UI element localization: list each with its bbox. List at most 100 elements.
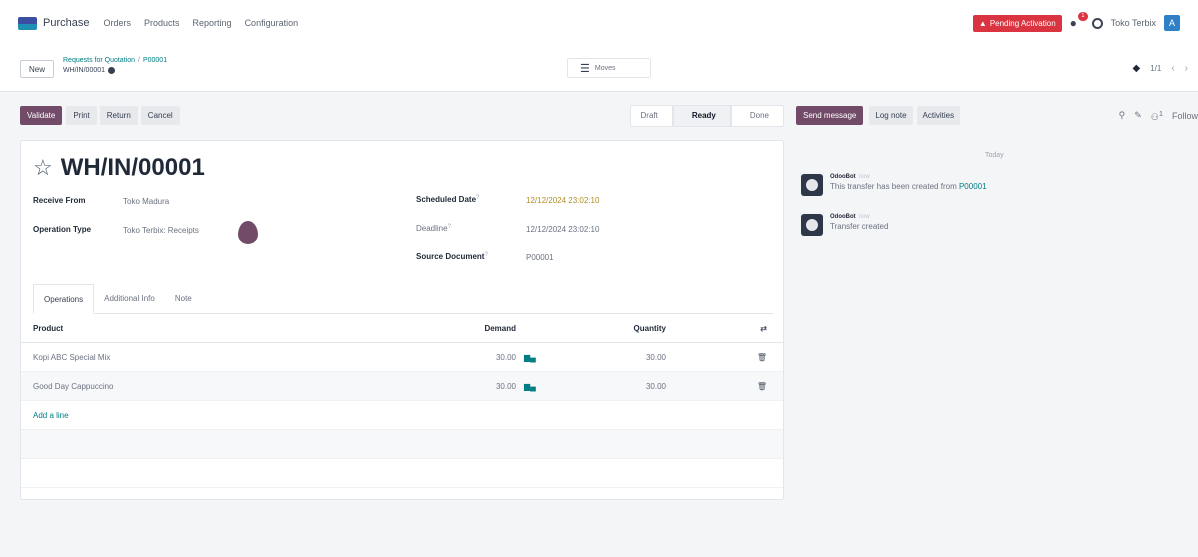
help-mark[interactable]: ? (484, 252, 487, 258)
row-demand[interactable]: 30.00 (421, 382, 516, 391)
user-avatar[interactable]: A (1164, 15, 1180, 31)
date-separator: Today (985, 152, 1004, 159)
chatter-message: OdooBot now Transfer created (801, 214, 888, 236)
gear-icon[interactable] (108, 67, 116, 74)
help-mark[interactable]: ? (448, 224, 451, 230)
star-icon[interactable]: ☆ (33, 157, 53, 179)
tab-operations[interactable]: Operations (33, 284, 95, 314)
row-quantity[interactable]: 30.00 (546, 353, 666, 362)
operation-type-label: Operation Type (33, 225, 92, 234)
form-action-bar: Validate Print Return Cancel Draft Ready… (20, 101, 784, 130)
page-title: WH/IN/00001 (60, 154, 205, 181)
breadcrumb: Requests for Quotation / P00001 (63, 57, 167, 64)
col-quantity[interactable]: Quantity (546, 324, 666, 333)
message-author[interactable]: OdooBot (830, 174, 856, 180)
col-demand[interactable]: Demand (421, 324, 516, 333)
breadcrumb-separator: / (138, 57, 140, 64)
row-product[interactable]: Kopi ABC Special Mix (21, 353, 421, 362)
paperclip-icon[interactable]: ◆ (1132, 63, 1140, 74)
column-settings-icon[interactable]: ⇄ (666, 324, 783, 333)
stage-done[interactable]: Done (730, 104, 784, 127)
paperclip-icon[interactable]: ✎ (1134, 110, 1142, 121)
company-name[interactable]: Toko Terbix (1111, 18, 1156, 28)
validate-button[interactable]: Validate (20, 106, 63, 125)
breadcrumb-rfq[interactable]: Requests for Quotation (63, 57, 135, 64)
deadline-field[interactable]: 12/12/2024 23:02:10 (526, 225, 599, 234)
pending-activation-label: Pending Activation (989, 18, 1056, 28)
print-button[interactable]: Print (66, 106, 97, 125)
menu-reporting[interactable]: Reporting (193, 18, 232, 28)
receive-from-label: Receive From (33, 196, 86, 205)
pager-next-icon[interactable]: › (1185, 63, 1188, 74)
drop-icon (238, 221, 258, 244)
chatter-toolbar: Send message Log note Activities ⚲ ✎ ⚇1 … (796, 101, 1198, 130)
tab-additional-info[interactable]: Additional Info (94, 284, 165, 313)
follow-button[interactable]: Follow (1172, 111, 1198, 121)
table-row[interactable]: Good Day Cappuccino 30.00 ▆▄ 30.00 🗑 (21, 372, 783, 401)
odoobot-avatar[interactable] (801, 214, 823, 236)
chat-badge: 1 (1078, 12, 1088, 21)
stage-ready[interactable]: Ready (672, 104, 731, 127)
message-link[interactable]: P00001 (959, 182, 987, 191)
source-document-label-text: Source Document (416, 252, 485, 261)
help-mark[interactable]: ? (476, 195, 479, 201)
moves-label: Moves (594, 64, 616, 72)
message-text: Transfer created (830, 222, 889, 231)
deadline-label: Deadline? (416, 224, 451, 233)
discuss-icon[interactable]: ● 1 (1070, 12, 1088, 29)
col-product[interactable]: Product (21, 324, 421, 333)
new-button[interactable]: New (20, 60, 54, 78)
tab-note[interactable]: Note (165, 284, 202, 313)
followers-count: 1 (1158, 108, 1163, 118)
send-message-button[interactable]: Send message (796, 106, 864, 125)
top-navbar: Purchase Orders Products Reporting Confi… (0, 0, 1198, 46)
forecast-chart-icon[interactable]: ▆▄ (516, 353, 546, 362)
record-name: WH/IN/00001 (63, 67, 106, 74)
row-demand[interactable]: 30.00 (421, 353, 516, 362)
forecast-chart-icon[interactable]: ▆▄ (516, 382, 546, 391)
source-document-field[interactable]: P00001 (526, 253, 554, 262)
activities-button[interactable]: Activities (916, 106, 961, 125)
odoobot-avatar[interactable] (801, 174, 823, 196)
operations-table: Product Demand Quantity ⇄ Kopi ABC Speci… (21, 314, 783, 488)
pager-value[interactable]: 1/1 (1150, 64, 1161, 73)
app-name[interactable]: Purchase (43, 17, 89, 29)
add-line-link[interactable]: Add a line (21, 401, 783, 430)
operation-type-field[interactable]: Toko Terbix: Receipts (123, 226, 199, 235)
stage-draft[interactable]: Draft (629, 104, 673, 127)
title-row: ☆ WH/IN/00001 (33, 154, 205, 182)
message-time: now (858, 174, 870, 180)
message-time: now (858, 214, 870, 220)
delete-row-icon[interactable]: 🗑 (666, 382, 783, 391)
chatter-message: OdooBot now This transfer has been create… (801, 174, 987, 196)
cancel-button[interactable]: Cancel (140, 106, 180, 125)
menu-orders[interactable]: Orders (103, 18, 131, 28)
row-product[interactable]: Good Day Cappuccino (21, 382, 421, 391)
form-sheet: ☆ WH/IN/00001 Receive From Toko Madura O… (20, 140, 784, 500)
scheduled-date-field[interactable]: 12/12/2024 23:02:10 (526, 196, 599, 205)
return-button[interactable]: Return (99, 106, 138, 125)
message-text: This transfer has been created from (830, 182, 957, 191)
pager: ◆ 1/1 ‹ › (1132, 63, 1188, 74)
log-note-button[interactable]: Log note (869, 106, 913, 125)
table-row[interactable]: Kopi ABC Special Mix 30.00 ▆▄ 30.00 🗑 (21, 343, 783, 372)
scheduled-date-label-text: Scheduled Date (416, 195, 477, 204)
breadcrumb-current: WH/IN/00001 (63, 67, 116, 74)
delete-row-icon[interactable]: 🗑 (666, 353, 783, 362)
followers-icon[interactable]: ⚇1 (1151, 109, 1163, 123)
clock-icon[interactable] (1091, 17, 1103, 29)
row-quantity[interactable]: 30.00 (546, 382, 666, 391)
moves-smart-button[interactable]: ☰ Moves (567, 58, 651, 78)
purchase-app-icon[interactable] (18, 16, 37, 30)
menu-products[interactable]: Products (144, 18, 180, 28)
receive-from-field[interactable]: Toko Madura (123, 197, 169, 206)
search-icon[interactable]: ⚲ (1119, 110, 1126, 121)
empty-row (21, 459, 783, 488)
pager-prev-icon[interactable]: ‹ (1171, 63, 1174, 74)
pending-activation-button[interactable]: ▲ Pending Activation (972, 14, 1062, 32)
menu-configuration[interactable]: Configuration (245, 18, 299, 28)
message-author[interactable]: OdooBot (830, 214, 856, 220)
chatter-tools: ⚲ ✎ ⚇1 Follow (1119, 109, 1198, 123)
breadcrumb-po[interactable]: P00001 (143, 57, 167, 64)
empty-row (21, 430, 783, 459)
